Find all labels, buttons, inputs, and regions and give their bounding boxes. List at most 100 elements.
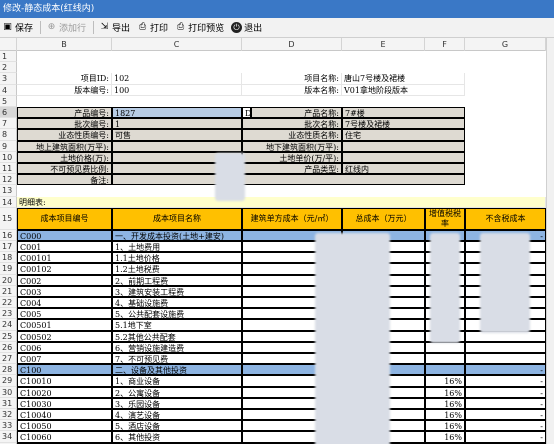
cost-item-code[interactable]: C003 bbox=[17, 285, 112, 297]
row-number[interactable]: 22 bbox=[0, 297, 17, 309]
row-number[interactable]: 25 bbox=[0, 330, 17, 342]
product-code-value[interactable]: 1827 bbox=[112, 107, 242, 119]
row-number[interactable]: 29 bbox=[0, 375, 17, 387]
batch-code-value[interactable]: 1 bbox=[112, 118, 242, 130]
row-number[interactable]: 17 bbox=[0, 241, 17, 253]
vat-rate-cell[interactable] bbox=[425, 341, 465, 353]
cost-item-code[interactable]: C10010 bbox=[17, 375, 112, 387]
remark-value[interactable] bbox=[112, 174, 465, 186]
row-number[interactable]: 4 bbox=[0, 84, 17, 96]
cost-item-code[interactable]: C000 bbox=[17, 229, 112, 241]
cost-item-code[interactable]: C00101 bbox=[17, 252, 112, 264]
vertical-scrollbar[interactable] bbox=[546, 38, 554, 444]
cost-item-name[interactable]: 1.2土地税费 bbox=[112, 263, 242, 275]
row-number[interactable]: 8 bbox=[0, 129, 17, 141]
land-area-value[interactable] bbox=[112, 140, 242, 152]
cost-item-name[interactable]: 1、土地费用 bbox=[112, 241, 242, 253]
row-number[interactable]: 7 bbox=[0, 118, 17, 130]
row-number[interactable]: 28 bbox=[0, 364, 17, 376]
ex-tax-cost-cell[interactable] bbox=[465, 341, 546, 353]
row-number[interactable]: 31 bbox=[0, 397, 17, 409]
row-number[interactable]: 1 bbox=[0, 51, 17, 63]
row-number[interactable]: 33 bbox=[0, 420, 17, 432]
ex-tax-cost-cell[interactable]: - bbox=[465, 397, 546, 409]
cost-item-code[interactable]: C007 bbox=[17, 353, 112, 365]
cost-item-name[interactable]: 6、营销设施建造费 bbox=[112, 341, 242, 353]
corner-cell[interactable] bbox=[0, 38, 17, 51]
add-row-button[interactable]: ⊕ 添加行 bbox=[46, 21, 86, 34]
cost-item-name[interactable]: 2、公寓设备 bbox=[112, 386, 242, 398]
ex-tax-cost-cell[interactable]: - bbox=[465, 431, 546, 443]
row-number[interactable]: 3 bbox=[0, 73, 17, 85]
vat-rate-cell[interactable]: 16% bbox=[425, 420, 465, 432]
column-header-d[interactable]: D bbox=[242, 38, 342, 51]
cost-item-name[interactable]: 1.1土地价格 bbox=[112, 252, 242, 264]
column-header-c[interactable]: C bbox=[112, 38, 242, 51]
ex-tax-cost-cell[interactable]: - bbox=[465, 375, 546, 387]
spreadsheet-grid[interactable]: B C D E F G 1 2 3 项目ID: 102 项目名称: 唐山7号楼及裙楼 4 版本编… bbox=[0, 38, 554, 444]
cost-item-name[interactable]: 5.2其他公共配套 bbox=[112, 330, 242, 342]
cost-item-name[interactable]: 一、开发成本投资(土地+建安) bbox=[112, 229, 242, 241]
vat-rate-cell[interactable]: 16% bbox=[425, 397, 465, 409]
row-number[interactable]: 11 bbox=[0, 163, 17, 175]
cost-item-name[interactable]: 5、酒店设备 bbox=[112, 420, 242, 432]
ex-tax-cost-cell[interactable]: - bbox=[465, 409, 546, 421]
exit-button[interactable]: ⏻ 退出 bbox=[231, 21, 262, 34]
batch-name-value[interactable]: 7号楼及裙楼 bbox=[342, 118, 465, 130]
cost-item-code[interactable]: C100 bbox=[17, 364, 112, 376]
format-name-value[interactable]: 住宅 bbox=[342, 129, 465, 141]
row-number[interactable]: 24 bbox=[0, 319, 17, 331]
cost-item-code[interactable]: C10030 bbox=[17, 397, 112, 409]
cost-item-code[interactable]: C002 bbox=[17, 274, 112, 286]
project-name-value[interactable]: 唐山7号楼及裙楼 bbox=[342, 73, 465, 85]
row-number[interactable]: 30 bbox=[0, 386, 17, 398]
vat-rate-cell[interactable] bbox=[425, 364, 465, 376]
cost-item-code[interactable]: C10020 bbox=[17, 386, 112, 398]
row-number[interactable]: 32 bbox=[0, 409, 17, 421]
ex-tax-cost-cell[interactable] bbox=[465, 353, 546, 365]
version-name-value[interactable]: V01拿地阶段版本 bbox=[342, 84, 465, 96]
product-type-value[interactable]: 红线内 bbox=[342, 163, 465, 175]
column-header-e[interactable]: E bbox=[342, 38, 425, 51]
cost-item-code[interactable]: C10060 bbox=[17, 431, 112, 443]
cost-item-code[interactable]: C006 bbox=[17, 341, 112, 353]
cost-item-name[interactable]: 1、商业设备 bbox=[112, 375, 242, 387]
format-attr-value[interactable]: 可售 bbox=[112, 129, 242, 141]
row-number[interactable]: 10 bbox=[0, 151, 17, 163]
cost-item-code[interactable]: C004 bbox=[17, 297, 112, 309]
export-button[interactable]: ⇲ 导出 bbox=[99, 21, 130, 34]
row-number[interactable]: 6 bbox=[0, 107, 17, 119]
row-number[interactable]: 27 bbox=[0, 353, 17, 365]
row-number[interactable]: 5 bbox=[0, 95, 17, 107]
cell-marker[interactable]: D bbox=[242, 107, 251, 119]
print-preview-button[interactable]: ⎙ 打印预览 bbox=[175, 21, 224, 34]
print-button[interactable]: ⎙ 打印 bbox=[137, 21, 168, 34]
row-number[interactable]: 2 bbox=[0, 62, 17, 74]
cost-item-code[interactable]: C00501 bbox=[17, 319, 112, 331]
ex-tax-cost-cell[interactable]: - bbox=[465, 386, 546, 398]
cost-item-code[interactable]: C005 bbox=[17, 308, 112, 320]
cost-item-code[interactable]: C00502 bbox=[17, 330, 112, 342]
column-header-f[interactable]: F bbox=[425, 38, 465, 51]
product-name-value[interactable]: 7#楼 bbox=[342, 107, 465, 119]
land-unit-price-value[interactable] bbox=[342, 151, 465, 163]
cost-item-name[interactable]: 4、基础设施费 bbox=[112, 297, 242, 309]
row-number[interactable]: 19 bbox=[0, 263, 17, 275]
row-number[interactable]: 18 bbox=[0, 252, 17, 264]
cost-item-code[interactable]: C10040 bbox=[17, 409, 112, 421]
cost-item-name[interactable]: 3、建筑安装工程费 bbox=[112, 285, 242, 297]
version-no-value[interactable]: 100 bbox=[112, 84, 242, 96]
cost-item-name[interactable]: 二、设备及其他投资 bbox=[112, 364, 242, 376]
row-number[interactable]: 13 bbox=[0, 185, 17, 197]
column-header-g[interactable]: G bbox=[465, 38, 546, 51]
cost-item-name[interactable]: 4、演艺设备 bbox=[112, 409, 242, 421]
vat-rate-cell[interactable]: 16% bbox=[425, 409, 465, 421]
ex-tax-cost-cell[interactable]: - bbox=[465, 364, 546, 376]
row-number[interactable]: 14 bbox=[0, 196, 17, 208]
cost-item-code[interactable]: C10050 bbox=[17, 420, 112, 432]
cost-item-name[interactable]: 2、前期工程费 bbox=[112, 274, 242, 286]
cost-item-code[interactable]: C001 bbox=[17, 241, 112, 253]
ex-tax-cost-cell[interactable]: - bbox=[465, 420, 546, 432]
row-number[interactable]: 12 bbox=[0, 174, 17, 186]
cost-item-name[interactable]: 3、乐园设备 bbox=[112, 397, 242, 409]
